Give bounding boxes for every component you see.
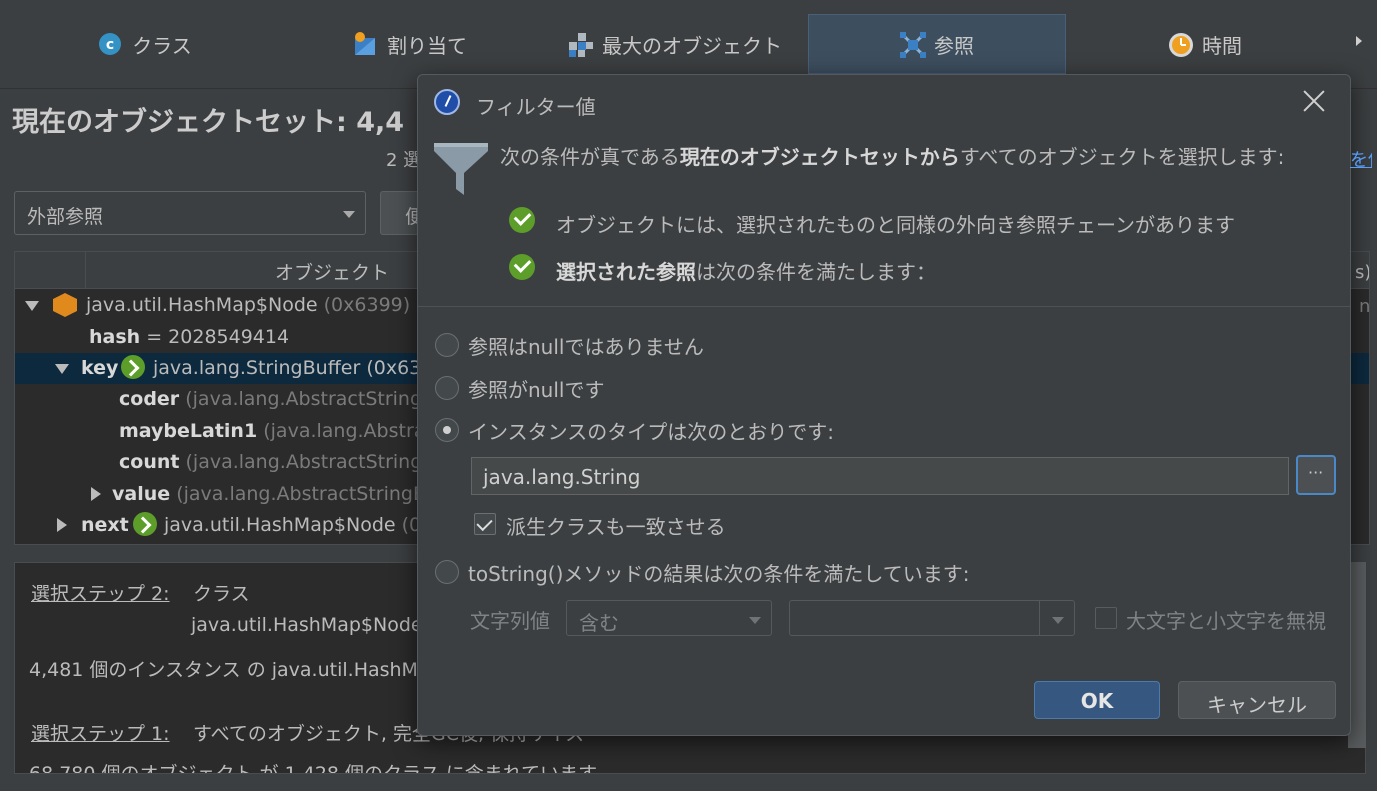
biggest-objects-icon (568, 32, 593, 57)
tab-label: 割り当て (387, 33, 467, 58)
radio-tostring-label[interactable]: toString()メソッドの結果は次の条件を満たしています: (468, 558, 970, 587)
field-name: key (81, 357, 119, 379)
expand-arrow-icon[interactable] (57, 518, 67, 532)
ok-button-label: OK (1080, 689, 1114, 713)
match-subclasses-checkbox[interactable] (474, 513, 496, 535)
view-mode-select[interactable]: 外部参照 (14, 191, 366, 235)
current-object-set-title: 現在のオブジェクトセット: 4,4 (12, 107, 405, 138)
object-icon (53, 293, 77, 317)
tab-allocations[interactable]: 割り当て (335, 14, 485, 74)
reference-arrow-icon (133, 512, 157, 536)
ok-button[interactable]: OK (1034, 681, 1160, 719)
field-name: maybeLatin1 (119, 420, 258, 442)
view-mode-value: 外部参照 (27, 206, 104, 228)
row-type: java.util.HashMap$Node (86, 294, 318, 316)
match-mode-value: 含む (579, 611, 619, 635)
field-name: next (81, 514, 129, 536)
selection-step-1-count: 68,780 個のオブジェクト が 1,428 個のクラス に含まれています (29, 763, 598, 774)
tab-time[interactable]: 時間 (1140, 14, 1270, 74)
field-name: value (112, 483, 171, 505)
tab-label: 最大のオブジェクト (602, 33, 782, 58)
selection-step-1-link[interactable]: 選択ステップ 1: (31, 719, 170, 746)
background-link-fragment[interactable]: を使 (1350, 146, 1372, 172)
reference-arrow-icon (121, 355, 145, 379)
row-type: java.lang.StringBuffer (153, 357, 361, 379)
column-divider (85, 252, 86, 288)
instance-type-value: java.lang.String (483, 465, 641, 489)
chevron-down-icon[interactable] (1052, 617, 1064, 624)
time-icon (1168, 32, 1193, 57)
selection-step-2-text: クラス (193, 583, 250, 605)
description-emphasis: 現在のオブジェクトセットから (679, 145, 960, 169)
allocation-icon (353, 32, 377, 56)
instance-type-input[interactable]: java.lang.String (471, 457, 1289, 495)
tab-biggest-objects[interactable]: 最大のオブジェクト (550, 14, 800, 74)
ignore-case-label[interactable]: 大文字と小文字を無視 (1126, 605, 1326, 634)
check-icon (509, 207, 535, 233)
object-column-header[interactable]: オブジェクト (275, 258, 389, 285)
field-name: hash (89, 326, 141, 348)
condition-emphasis: 選択された参照 (556, 260, 696, 284)
radio-instance-of[interactable] (435, 418, 459, 442)
app-logo-icon (434, 89, 460, 115)
field-name: count (119, 451, 180, 473)
close-icon[interactable] (1302, 89, 1326, 113)
combo-divider (1039, 601, 1040, 635)
filter-value-dialog: フィルター値 次の条件が真である現在のオブジェクトセットからすべてのオブジェクト… (417, 74, 1351, 736)
condition-selected-reference: 選択された参照は次の条件を満たします： (556, 256, 936, 285)
field-name: coder (119, 388, 180, 410)
tab-label: 参照 (934, 33, 974, 58)
radio-is-null-label[interactable]: 参照がnullです (468, 374, 604, 403)
match-mode-select[interactable]: 含む (566, 600, 772, 636)
expand-arrow-icon[interactable] (91, 487, 101, 501)
radio-tostring[interactable] (435, 560, 459, 584)
field-declaring-class: (java.lang.AbstractStringB (185, 451, 436, 473)
selection-step-2-detail: java.util.HashMap$Node (191, 614, 423, 636)
chevron-down-icon (343, 211, 355, 218)
dialog-title: フィルター値 (476, 95, 596, 119)
field-value: = 2028549414 (140, 326, 290, 348)
match-text-combobox[interactable] (789, 600, 1075, 636)
selection-step-2-link[interactable]: 選択ステップ 2: (31, 579, 170, 606)
string-value-label: 文字列値 (470, 609, 550, 633)
expand-arrow-icon[interactable] (55, 364, 69, 374)
filter-description: 次の条件が真である現在のオブジェクトセットからすべてのオブジェクトを選択します: (500, 141, 1284, 170)
selection-count: 2 選 (386, 150, 422, 171)
tab-overflow-arrow-icon[interactable] (1356, 36, 1362, 46)
tab-label: 時間 (1202, 33, 1242, 58)
row-address: (0x6399) (323, 294, 411, 316)
field-declaring-class: (java.lang.AbstractStringBu (176, 483, 439, 505)
check-icon (509, 254, 535, 280)
filter-funnel-icon (434, 143, 488, 195)
class-icon: c (98, 32, 122, 56)
radio-not-null[interactable] (435, 333, 459, 357)
field-declaring-class: (java.lang.AbstractStringB (185, 388, 436, 410)
ignore-case-checkbox[interactable] (1095, 607, 1117, 629)
cancel-button-label: キャンセル (1207, 693, 1307, 717)
browse-type-button[interactable]: ··· (1296, 455, 1336, 495)
chevron-down-icon (749, 617, 761, 624)
condition-rest: は次の条件を満たします： (696, 260, 936, 284)
expand-arrow-icon[interactable] (25, 301, 39, 311)
description-prefix: 次の条件が真である (500, 145, 680, 169)
radio-not-null-label[interactable]: 参照はnullではありません (468, 331, 704, 360)
divider (418, 306, 1350, 307)
column-header-right[interactable]: s) (1355, 262, 1369, 283)
references-icon (900, 32, 926, 58)
browse-button-label: ··· (1308, 463, 1324, 482)
tab-references[interactable]: 参照 (808, 14, 1066, 74)
tab-classes[interactable]: c クラス (70, 14, 220, 74)
row-type: java.util.HashMap$Node (164, 514, 396, 536)
radio-is-null[interactable] (435, 376, 459, 400)
match-subclasses-label[interactable]: 派生クラスも一致させる (506, 511, 726, 540)
tab-label: クラス (132, 33, 192, 58)
selection-step-2-count: 4,481 個のインスタンス の java.util.HashM (29, 659, 418, 681)
radio-instance-of-label[interactable]: インスタンスのタイプは次のとおりです: (468, 416, 834, 445)
svg-text:c: c (106, 37, 114, 53)
description-suffix: すべてのオブジェクトを選択します: (959, 145, 1285, 169)
cancel-button[interactable]: キャンセル (1178, 681, 1336, 719)
condition-outgoing-chain: オブジェクトには、選択されたものと同様の外向き参照チェーンがあります (556, 213, 1235, 237)
